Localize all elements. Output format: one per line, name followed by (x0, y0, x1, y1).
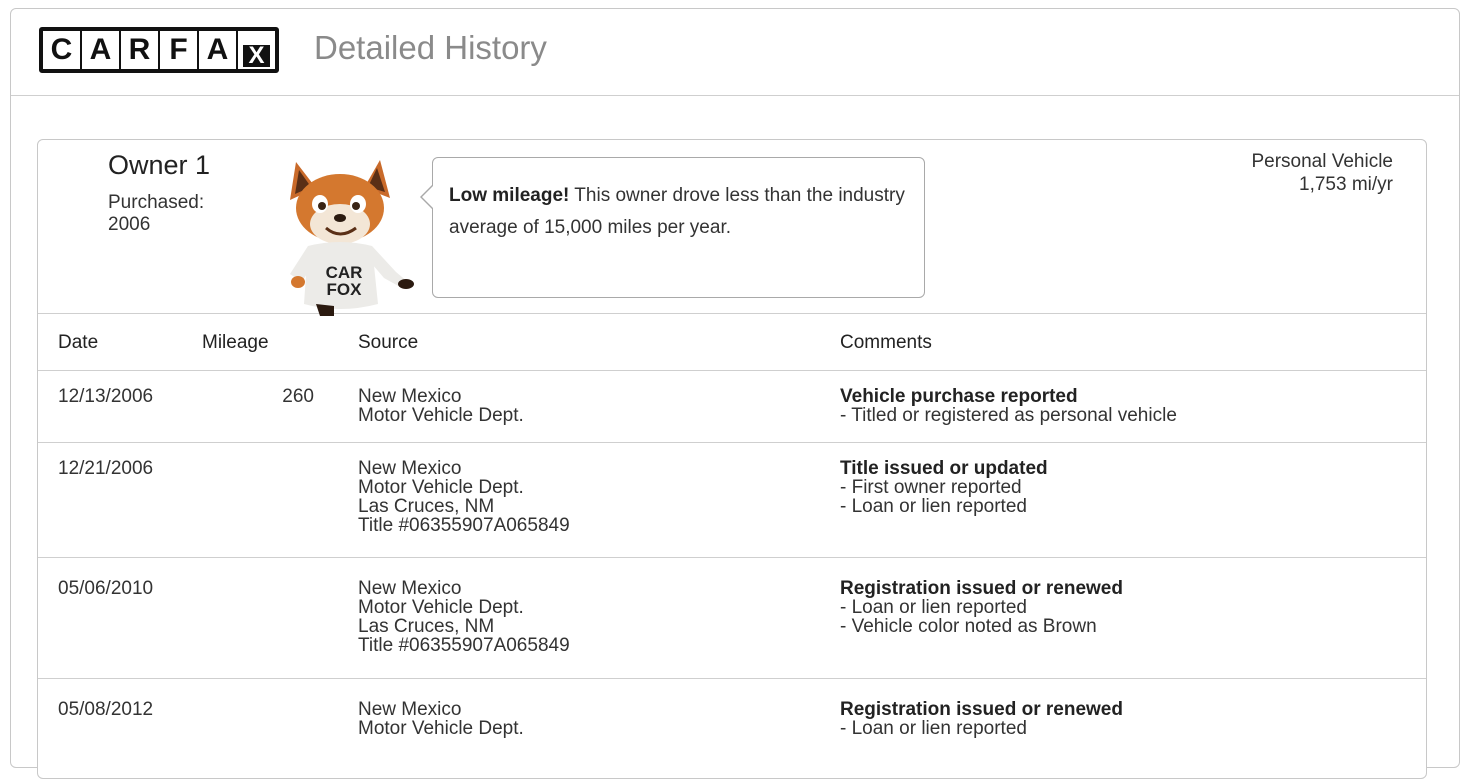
logo-letter: R (121, 31, 158, 69)
row-comments: Vehicle purchase reported - Titled or re… (840, 387, 1177, 425)
comment-line: - Loan or lien reported (840, 496, 1027, 517)
history-table-header: Date Mileage Source Comments (38, 314, 1426, 371)
comment-line: - Loan or lien reported (840, 718, 1027, 739)
owner-name: Owner 1 (108, 150, 211, 180)
vehicle-type: Personal Vehicle (1251, 151, 1393, 172)
logo-letter: X (243, 44, 270, 68)
source-line: Motor Vehicle Dept. (358, 477, 524, 498)
col-date: Date (58, 332, 99, 353)
logo-letter: C (43, 31, 80, 69)
table-row: 12/13/2006 260 New Mexico Motor Vehicle … (38, 371, 1426, 443)
source-line: New Mexico (358, 699, 462, 720)
vehicle-usage: Personal Vehicle 1,753 mi/yr (1251, 150, 1393, 196)
row-date: 12/21/2006 (58, 458, 154, 479)
source-line: Motor Vehicle Dept. (358, 405, 524, 426)
purchased-year: 2006 (108, 214, 151, 235)
row-source: New Mexico Motor Vehicle Dept. (358, 700, 524, 738)
row-source: New Mexico Motor Vehicle Dept. Las Cruce… (358, 459, 570, 535)
table-row: 05/08/2012 New Mexico Motor Vehicle Dept… (38, 679, 1426, 779)
mileage-per-year: 1,753 mi/yr (1299, 174, 1393, 195)
bubble-tail-inner (422, 185, 434, 209)
row-comments: Registration issued or renewed - Loan or… (840, 700, 1123, 738)
row-date: 12/13/2006 (58, 386, 154, 407)
comment-head: Registration issued or renewed (840, 699, 1123, 720)
row-date: 05/06/2010 (58, 578, 154, 599)
source-line: New Mexico (358, 578, 462, 599)
bubble-bold: Low mileage! (449, 185, 570, 206)
logo-letter: A (82, 31, 119, 69)
row-date: 05/08/2012 (58, 699, 154, 720)
col-source: Source (358, 332, 419, 353)
logo-letter-x: X (238, 31, 275, 69)
comment-line: - Loan or lien reported (840, 597, 1027, 618)
page-title: Detailed History (314, 29, 547, 66)
source-line: New Mexico (358, 386, 462, 407)
comment-head: Vehicle purchase reported (840, 386, 1078, 407)
source-line: New Mexico (358, 458, 462, 479)
table-row: 12/21/2006 New Mexico Motor Vehicle Dept… (38, 443, 1426, 558)
source-line: Title #06355907A065849 (358, 515, 570, 536)
source-line: Motor Vehicle Dept. (358, 597, 524, 618)
col-comments: Comments (840, 332, 932, 353)
comment-line: - First owner reported (840, 477, 1022, 498)
row-mileage: 260 (282, 386, 314, 407)
comment-line: - Titled or registered as personal vehic… (840, 405, 1177, 426)
logo-letter: F (160, 31, 197, 69)
comment-line: - Vehicle color noted as Brown (840, 616, 1097, 637)
source-line: Las Cruces, NM (358, 496, 495, 517)
comment-head: Title issued or updated (840, 458, 1048, 479)
source-line: Title #06355907A065849 (358, 635, 570, 656)
owner-purchased: Purchased: 2006 (108, 192, 248, 236)
report-header: C A R F A X Detailed History (11, 9, 1459, 96)
source-line: Motor Vehicle Dept. (358, 718, 524, 739)
mascot-shirt-fox: FOX (327, 280, 363, 299)
table-row: 05/06/2010 New Mexico Motor Vehicle Dept… (38, 558, 1426, 679)
row-source: New Mexico Motor Vehicle Dept. Las Cruce… (358, 579, 570, 655)
low-mileage-bubble: Low mileage! This owner drove less than … (432, 157, 925, 298)
owner-card: Owner 1 Purchased: 2006 CAR FOX Low mile… (37, 139, 1427, 779)
logo-letter: A (199, 31, 236, 69)
col-mileage: Mileage (202, 332, 269, 353)
row-comments: Title issued or updated - First owner re… (840, 459, 1048, 516)
carfox-mascot-icon: CAR FOX (290, 160, 414, 316)
row-comments: Registration issued or renewed - Loan or… (840, 579, 1123, 636)
owner-summary: Owner 1 Purchased: 2006 CAR FOX Low mile… (38, 140, 1426, 316)
report-frame: C A R F A X Detailed History Owner 1 Pur… (10, 8, 1460, 779)
source-line: Las Cruces, NM (358, 616, 495, 637)
row-source: New Mexico Motor Vehicle Dept. (358, 387, 524, 425)
purchased-label: Purchased: (108, 192, 205, 213)
carfax-logo[interactable]: C A R F A X (39, 27, 279, 73)
comment-head: Registration issued or renewed (840, 578, 1123, 599)
